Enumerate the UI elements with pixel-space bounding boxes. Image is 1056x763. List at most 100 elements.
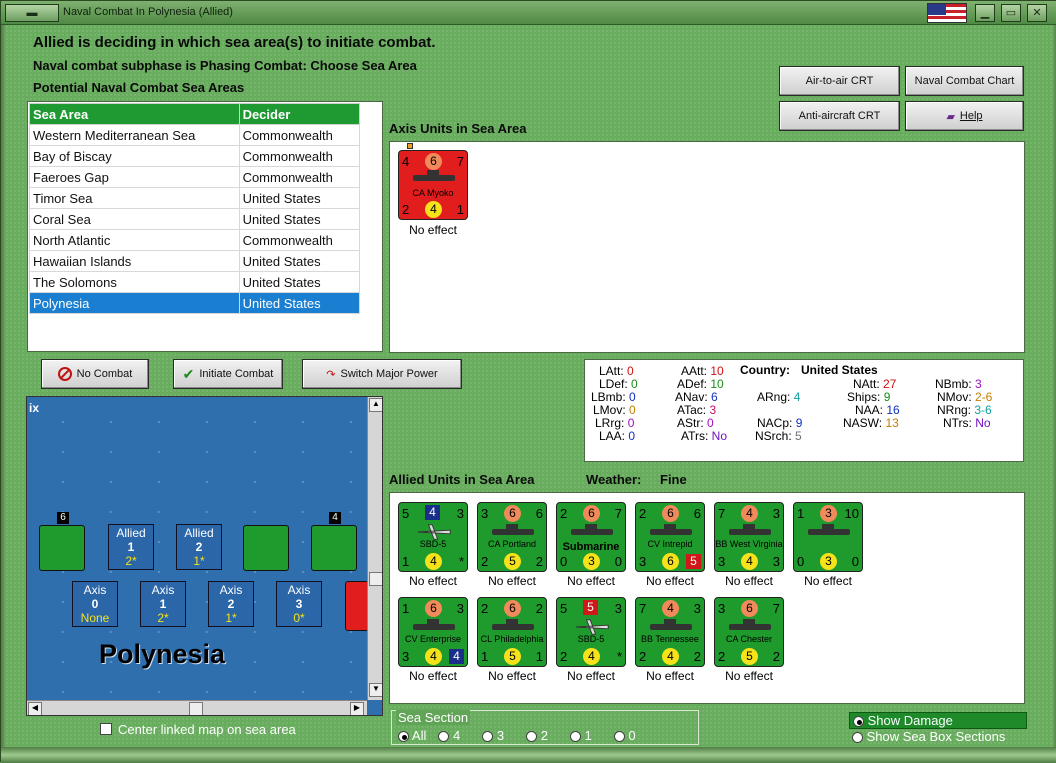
show-sea-boxes-radio[interactable] [852, 732, 863, 744]
weather-value: Fine [660, 472, 687, 487]
map-unit-stack[interactable] [39, 525, 85, 571]
scroll-down-arrow-icon[interactable]: ▼ [369, 683, 382, 697]
sea-section-radio[interactable] [482, 731, 494, 743]
allied-unit-counter[interactable]: 2 6 7 Submarine 0 3 0 [556, 502, 626, 572]
stat-item: LAtt: 0 [599, 364, 634, 378]
vertical-scroll-thumb[interactable] [369, 572, 382, 586]
allied-unit-effect: No effect [409, 669, 457, 683]
sea-area-row[interactable]: Polynesia United States [29, 292, 361, 314]
allied-unit-counter[interactable]: 7 4 3 BB West Virginia 3 4 3 [714, 502, 784, 572]
stat-item: NAtt: 27 [853, 377, 897, 391]
submarine-icon [571, 524, 613, 535]
sea-area-row[interactable]: North Atlantic Commonwealth [29, 229, 361, 251]
decider-cell: United States [238, 187, 361, 209]
allied-unit-counter[interactable]: 1 3 10 0 3 0 [793, 502, 863, 572]
book-icon: ▰ [946, 110, 955, 123]
stat-item: ATac: 3 [677, 403, 717, 417]
sea-area-row[interactable]: The Solomons United States [29, 271, 361, 293]
stat-item: ARng: 4 [757, 390, 801, 404]
allied-unit-effect: No effect [567, 669, 615, 683]
allied-unit-effect: No effect [488, 669, 536, 683]
allied-sea-box[interactable]: Allied 2 1* [176, 524, 222, 570]
map-unit-stack[interactable] [243, 525, 289, 571]
axis-sea-box[interactable]: Axis 2 1* [208, 581, 254, 627]
allied-unit-counter[interactable]: 5 4 3 SBD-5 1 4 * [398, 502, 468, 572]
no-combat-button[interactable]: No Combat [41, 359, 149, 389]
sea-area-row[interactable]: Timor Sea United States [29, 187, 361, 209]
sea-section-option[interactable]: 0 [613, 728, 636, 743]
stat-item: NTrs: No [943, 416, 991, 430]
sea-area-row[interactable]: Western Mediterranean Sea Commonwealth [29, 124, 361, 146]
minimize-button[interactable]: ▁ [975, 4, 995, 22]
sea-area-row[interactable]: Bay of Biscay Commonwealth [29, 145, 361, 167]
axis-sea-box[interactable]: Axis 3 0* [276, 581, 322, 627]
allied-unit-counter[interactable]: 5 5 3 SBD-5 2 4 * [556, 597, 626, 667]
help-button[interactable]: ▰ Help [905, 101, 1024, 131]
stack-count: 6 [57, 512, 69, 524]
anti-aircraft-crt-button[interactable]: Anti-aircraft CRT [779, 101, 900, 131]
sea-section-option[interactable]: 1 [569, 728, 592, 743]
sea-section-radio[interactable] [613, 731, 625, 743]
system-menu-button[interactable]: ▬ [5, 4, 59, 22]
ship-icon [413, 619, 455, 630]
sea-section-option[interactable]: 4 [438, 728, 460, 743]
initiate-combat-button[interactable]: ✔ Initiate Combat [173, 359, 283, 389]
show-sea-boxes-option[interactable]: Show Sea Box Sections [849, 729, 1027, 746]
stack-count: 4 [329, 512, 341, 524]
sea-area-map[interactable]: ix Allied 1 2* Allied 2 1* Axis 0 None Axis 1 2* Axi… [26, 396, 383, 716]
air-to-air-crt-button[interactable]: Air-to-air CRT [779, 66, 900, 96]
horizontal-scroll-thumb[interactable] [189, 702, 203, 715]
weather-label: Weather: [586, 472, 642, 487]
decider-cell: Commonwealth [238, 145, 361, 167]
axis-units-heading: Axis Units in Sea Area [389, 121, 527, 136]
allied-unit-effect: No effect [567, 574, 615, 588]
allied-unit-counter[interactable]: 3 6 6 CA Portland 2 5 2 [477, 502, 547, 572]
show-damage-option[interactable]: Show Damage [849, 712, 1027, 729]
show-damage-radio[interactable] [853, 716, 864, 728]
sea-section-radio[interactable] [569, 731, 581, 743]
sea-section-option[interactable]: 3 [482, 728, 504, 743]
sea-area-row[interactable]: Coral Sea United States [29, 208, 361, 230]
sea-area-row[interactable]: Faeroes Gap Commonwealth [29, 166, 361, 188]
axis-sea-box[interactable]: Axis 0 None [72, 581, 118, 627]
ship-icon [729, 524, 771, 535]
scroll-left-arrow-icon[interactable]: ◀ [28, 702, 42, 715]
stat-item: NASW: 13 [843, 416, 899, 430]
ship-icon [492, 619, 534, 630]
naval-combat-chart-button[interactable]: Naval Combat Chart [905, 66, 1024, 96]
allied-sea-box[interactable]: Allied 1 2* [108, 524, 154, 570]
sea-section-radio[interactable] [398, 731, 409, 743]
axis-sea-box[interactable]: Axis 1 2* [140, 581, 186, 627]
axis-unit-effect: No effect [409, 223, 457, 237]
center-map-checkbox[interactable] [100, 723, 112, 735]
scroll-up-arrow-icon[interactable]: ▲ [369, 398, 382, 412]
map-unit-stack[interactable] [311, 525, 357, 571]
allied-unit-counter[interactable]: 1 6 3 CV Enterprise 3 4 4 [398, 597, 468, 667]
sea-section-option[interactable]: All [398, 728, 426, 743]
column-header-decider[interactable]: Decider [238, 103, 361, 125]
axis-unit-counter[interactable]: 4 6 7 CA Myoko 2 4 1 [398, 150, 468, 220]
column-header-sea-area[interactable]: Sea Area [29, 103, 240, 125]
horizontal-scrollbar[interactable]: ◀ ▶ [27, 700, 367, 715]
sea-area-cell: Faeroes Gap [29, 166, 240, 188]
sea-section-radio[interactable] [438, 731, 450, 743]
close-button[interactable]: ✕ [1027, 4, 1047, 22]
allied-unit-counter[interactable]: 7 4 3 BB Tennessee 2 4 2 [635, 597, 705, 667]
allied-unit-effect: No effect [646, 574, 694, 588]
allied-unit-effect: No effect [646, 669, 694, 683]
sea-area-cell: Coral Sea [29, 208, 240, 230]
us-flag-icon [927, 3, 967, 23]
sea-area-row[interactable]: Hawaiian Islands United States [29, 250, 361, 272]
maximize-button[interactable]: ▭ [1001, 4, 1021, 22]
axis-map-counter[interactable] [345, 581, 369, 631]
allied-unit-counter[interactable]: 2 6 2 CL Philadelphia 1 5 1 [477, 597, 547, 667]
allied-unit-counter[interactable]: 2 6 6 CV Intrepid 3 6 5 [635, 502, 705, 572]
scroll-right-arrow-icon[interactable]: ▶ [350, 702, 364, 715]
vertical-scrollbar[interactable]: ▲ ▼ [367, 397, 382, 700]
sea-section-option[interactable]: 2 [526, 728, 548, 743]
allied-unit-counter[interactable]: 3 6 7 CA Chester 2 5 2 [714, 597, 784, 667]
sea-section-group: Sea Section All 4 3 2 1 0 [391, 710, 699, 745]
sea-section-radio[interactable] [526, 731, 538, 743]
switch-major-power-button[interactable]: ↷ Switch Major Power [302, 359, 462, 389]
checkmark-icon: ✔ [182, 365, 195, 382]
